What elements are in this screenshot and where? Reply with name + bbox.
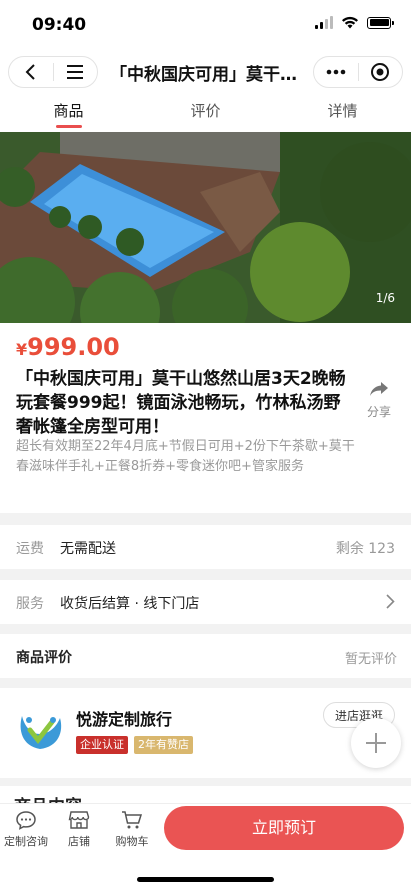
add-fab-button[interactable] [351,718,401,768]
share-icon [370,382,388,396]
service-value: 收货后结算 · 线下门店 [60,596,200,612]
product-title: 「中秋国庆可用」莫干山悠然山居3天2晚畅玩套餐999起！镜面泳池畅玩，竹林私汤野… [16,369,346,437]
cart-icon [122,811,143,829]
price-value: 999.00 [27,333,120,361]
wifi-icon [342,16,358,29]
shop-logo [20,716,62,749]
product-gallery[interactable]: 1/6 [0,132,411,323]
reviews-title: 商品评价 [16,650,72,666]
reviews-empty-text: 暂无评价 [344,652,397,667]
book-now-button[interactable]: 立即预订 [164,806,404,850]
plus-icon [366,733,386,753]
nav-bar: 「中秋国庆可用」莫干山悠然山居3天2晚畅玩套餐 [0,48,411,96]
back-arrow-icon [25,64,35,80]
store-button[interactable]: 店铺 [62,810,96,849]
cart-label: 购物车 [115,835,149,848]
reviews-row[interactable]: 商品评价 暂无评价 [0,634,411,678]
section-tabs: 商品 评价 详情 [0,96,411,132]
more-button[interactable] [314,57,358,87]
tab-product[interactable]: 商品 [0,96,137,132]
miniprogram-capsule [313,56,403,88]
hamburger-icon [67,65,84,79]
price-currency: ¥ [16,340,28,359]
chevron-right-icon [386,594,395,609]
store-label: 店铺 [68,835,90,848]
product-price: ¥999.00 [16,333,120,361]
gallery-counter: 1/6 [375,291,395,305]
shop-badges: 企业认证 2年有赞店 [76,736,193,754]
status-bar: 09:40 [0,0,411,48]
share-label: 分享 [366,405,391,419]
tab-details[interactable]: 详情 [274,96,411,132]
signal-icon [315,16,333,29]
store-icon [68,811,90,829]
pool-photo [0,132,411,323]
shipping-row: 运费 无需配送 剩余 123 [0,525,411,569]
nav-capsule [8,56,98,88]
shop-name: 悦游定制旅行 [76,710,173,729]
back-button[interactable] [9,57,53,87]
page-title: 「中秋国庆可用」莫干山悠然山居3天2晚畅玩套餐 [110,65,310,85]
product-info: ¥999.00 「中秋国庆可用」莫干山悠然山居3天2晚畅玩套餐999起！镜面泳池… [0,323,411,513]
bottom-action-bar: 定制咨询 店铺 购物车 立即预订 [0,803,411,890]
status-icons [315,16,394,29]
service-key: 服务 [16,596,44,612]
verified-badge: 企业认证 [76,736,128,754]
consult-button[interactable]: 定制咨询 [4,810,48,849]
status-time: 09:40 [32,15,87,35]
menu-button[interactable] [54,57,98,87]
product-description: 超长有效期至22年4月底+节假日可用+2份下午茶歇+莫干春滋味伴手礼+正餐8折券… [16,439,355,474]
battery-icon [367,16,394,29]
shop-card: 悦游定制旅行 企业认证 2年有赞店 进店逛逛 [0,688,411,778]
consult-label: 定制咨询 [4,835,48,848]
share-button[interactable]: 分享 [361,381,397,420]
tab-reviews[interactable]: 评价 [137,96,274,132]
years-badge: 2年有赞店 [134,736,193,754]
more-dots-icon [326,69,346,75]
chat-icon [16,811,36,830]
target-close-icon [371,63,390,81]
shipping-value: 无需配送 [60,541,116,557]
stock-remaining: 剩余 123 [335,541,395,557]
close-miniprogram-button[interactable] [359,57,403,87]
service-row[interactable]: 服务 收货后结算 · 线下门店 [0,580,411,624]
home-indicator [137,877,274,882]
shipping-key: 运费 [16,541,44,557]
cart-button[interactable]: 购物车 [110,810,154,849]
